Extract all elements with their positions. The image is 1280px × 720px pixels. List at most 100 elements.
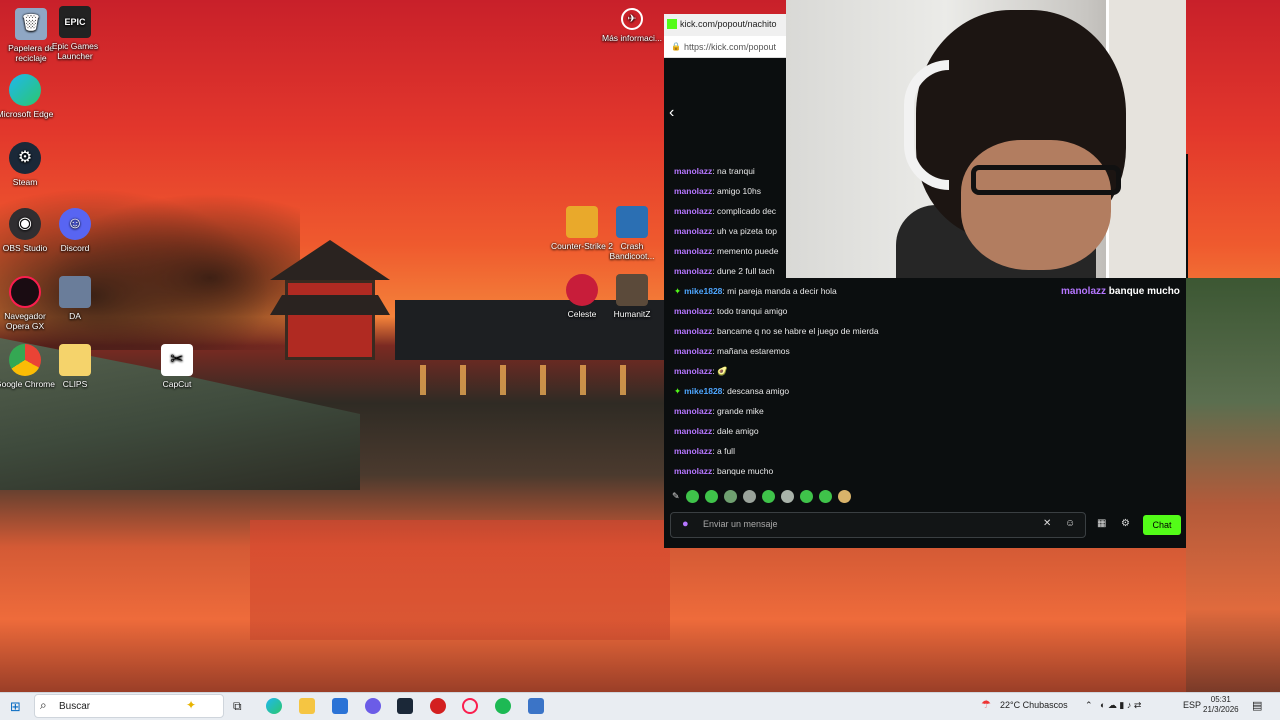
chat-username[interactable]: mike1828 [684,386,722,396]
emote-icon[interactable] [818,490,832,503]
clock-time: 05:31 [1210,695,1231,704]
crash-bandicoot-icon [616,206,648,238]
taskbar-file-explorer-icon[interactable] [299,698,315,714]
desktop-icon-label: Discord [60,243,90,253]
chat-message: manolazz: grande mike [674,406,764,416]
overlay-username: manolazz [1061,286,1107,297]
desktop-icon-da[interactable]: DA [44,276,106,321]
info-icon: ✈ [621,8,643,30]
desktop-icon-more-info[interactable]: ✈ Más informaci... [601,8,663,43]
desktop-icon-discord[interactable]: ☺ Discord [44,208,106,253]
store-icon[interactable]: ▦ [1097,518,1106,529]
weather-icon: ☂ [981,699,991,711]
chat-username[interactable]: manolazz [674,326,712,336]
emote-icon[interactable] [742,490,756,503]
chat-username[interactable]: manolazz [674,246,712,256]
browser-address-bar[interactable]: 🔒 https://kick.com/popout [664,36,786,58]
da-icon [59,276,91,308]
chat-message: manolazz: dune 2 full tach [674,266,775,276]
chat-send-button[interactable]: Chat [1143,515,1181,535]
chevron-up-icon[interactable]: ⌃ [1085,700,1093,711]
chat-username[interactable]: manolazz [674,446,712,456]
capcut-icon: ✂ [161,344,193,376]
chat-text: uh va pizeta top [717,226,778,236]
chat-username[interactable]: manolazz [674,186,712,196]
desktop-icon-epic-games[interactable]: EPIC Epic Games Launcher [44,6,106,61]
desktop-icon-crash-bandicoot[interactable]: Crash Bandicoot... [601,206,663,261]
emote-icon[interactable] [837,490,851,503]
chat-username[interactable]: mike1828 [684,286,722,296]
chat-message: ✦ mike1828: mi pareja manda a decir hola [674,286,837,296]
wallpaper-bridge-lights [420,365,650,395]
tray-icons[interactable]: ◐ ☁ ▮ ♪ ⇄ [1100,700,1141,711]
weather-text[interactable]: 22°C Chubascos [1000,700,1068,710]
chat-username[interactable]: manolazz [674,406,712,416]
chevron-left-icon[interactable]: ‹ [669,104,674,122]
desktop-icon-clips[interactable]: CLIPS [44,344,106,389]
taskbar-steam-icon[interactable] [397,698,413,714]
epic-games-icon: EPIC [59,6,91,38]
language-indicator[interactable]: ESP [1183,700,1201,710]
chat-username[interactable]: manolazz [674,166,712,176]
chat-username[interactable]: manolazz [674,226,712,236]
gear-icon[interactable]: ⚙ [1121,518,1130,529]
desktop-icon-edge[interactable]: Microsoft Edge [0,74,56,119]
emote-icon[interactable] [780,490,794,503]
windows-start-icon[interactable]: ⊞ [10,699,21,715]
chat-username[interactable]: manolazz [674,266,712,276]
copilot-sparkle-icon[interactable]: ✦ [186,698,196,712]
chat-text: grande mike [717,406,764,416]
chat-username[interactable]: manolazz [674,346,712,356]
taskbar-calculator-icon[interactable] [528,698,544,714]
desktop-icon-label: DA [69,311,81,321]
chat-message: manolazz: bancame q no se habre el juego… [674,326,879,336]
chat-message: manolazz: mañana estaremos [674,346,790,356]
emote-icon[interactable] [761,490,775,503]
desktop-icon-steam[interactable]: ⚙ Steam [0,142,56,187]
desktop-icon-label: Crash Bandicoot... [609,241,655,261]
translate-icon[interactable]: ✕ [1043,518,1051,529]
emote-icon[interactable] [799,490,813,503]
desktop-icon-label: Epic Games Launcher [51,41,99,61]
emote-icon[interactable] [704,490,718,503]
kick-favicon-icon [667,19,677,29]
chat-username[interactable]: manolazz [674,206,712,216]
search-label: Buscar [59,701,91,712]
desktop-icon-humanitz[interactable]: HumanitZ [601,274,663,319]
chat-text: memento puede [717,246,779,256]
chat-username[interactable]: manolazz [674,426,712,436]
taskbar-store-icon[interactable] [332,698,348,714]
chat-message: manolazz: todo tranqui amigo [674,306,788,316]
taskbar-clock[interactable]: 05:31 21/3/2026 [1203,695,1239,715]
chat-username[interactable]: manolazz [674,306,712,316]
microphone-icon[interactable]: ● [682,518,689,530]
chat-text: todo tranqui amigo [717,306,788,316]
chat-username[interactable]: manolazz [674,466,712,476]
task-view-icon[interactable]: ⧉ [233,699,242,714]
taskbar-opera-gx-icon[interactable] [430,698,446,714]
chat-text: dune 2 full tach [717,266,775,276]
emoji-icon[interactable]: ☺ [1065,518,1075,529]
emote-icon[interactable] [685,490,699,503]
humanitz-icon [616,274,648,306]
notification-icon[interactable]: ▤ [1252,699,1262,712]
chat-header-area [664,58,786,154]
edge-icon [9,74,41,106]
wallpaper-right-strip [1186,278,1280,692]
browser-title-bar[interactable]: kick.com/popout/nachito [664,14,786,36]
chat-message: manolazz: banque mucho [674,466,774,476]
taskbar-app-icon[interactable] [365,698,381,714]
desktop-icon-capcut[interactable]: ✂ CapCut [146,344,208,389]
sub-badge-icon: ✦ [674,386,682,396]
chat-message: manolazz: memento puede [674,246,779,256]
chat-username[interactable]: manolazz [674,366,712,376]
taskbar-spotify-icon[interactable] [495,698,511,714]
obs-icon: ◉ [9,208,41,240]
pin-icon[interactable]: ✎ [672,491,680,502]
recycle-bin-icon: 🗑 [15,8,47,40]
taskbar-edge-icon[interactable] [266,698,282,714]
emote-icon[interactable] [723,490,737,503]
chat-text: na tranqui [717,166,755,176]
chat-text: bancame q no se habre el juego de mierda [717,326,879,336]
taskbar-opera-icon[interactable] [462,698,478,714]
